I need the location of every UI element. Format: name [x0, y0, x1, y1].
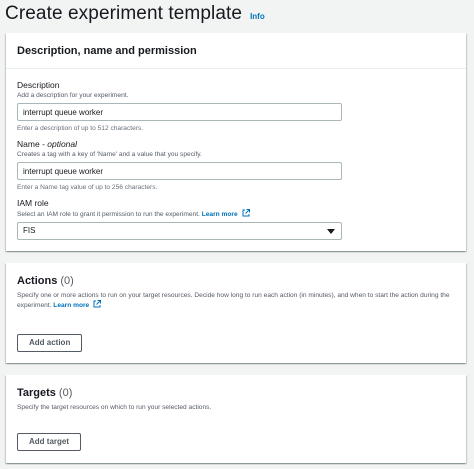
info-link[interactable]: Info: [250, 12, 265, 21]
actions-header: Actions (0): [6, 274, 466, 288]
targets-title: Targets: [17, 387, 56, 399]
external-link-icon[interactable]: [242, 209, 250, 217]
iam-learn-more-link[interactable]: Learn more: [202, 211, 238, 218]
targets-panel: Targets (0) Specify the target resources…: [6, 375, 466, 463]
description-constraint: Enter a description of up to 512 charact…: [17, 125, 144, 132]
targets-description: Specify the target resources on which to…: [17, 404, 212, 411]
caret-down-icon: [327, 229, 335, 234]
iam-role-field: IAM role Select an IAM role to grant it …: [17, 198, 347, 240]
actions-title: Actions: [17, 275, 58, 287]
description-input[interactable]: [17, 103, 342, 121]
name-hint: Creates a tag with a key of 'Name' and a…: [17, 151, 202, 158]
name-constraint: Enter a Name tag value of up to 256 char…: [17, 184, 158, 191]
targets-header: Targets (0): [6, 386, 466, 400]
iam-role-hint: Select an IAM role to grant it permissio…: [17, 209, 347, 219]
actions-description: Specify one or more actions to run on yo…: [17, 292, 450, 309]
description-hint: Add a description for your experiment.: [17, 92, 129, 99]
iam-role-selected-value: FIS: [23, 226, 36, 235]
targets-count: (0): [58, 387, 73, 399]
description-label: Description: [17, 80, 60, 90]
description-field: Description Add a description for your e…: [17, 80, 347, 133]
panel-title: Description, name and permission: [17, 44, 197, 57]
page-header: Create experiment template Info: [5, 0, 265, 28]
add-action-button[interactable]: Add action: [17, 334, 83, 352]
add-target-button[interactable]: Add target: [17, 433, 81, 451]
optional-marker: - optional: [39, 139, 78, 149]
actions-learn-more-link[interactable]: Learn more: [53, 302, 89, 309]
external-link-icon[interactable]: [93, 300, 102, 308]
name-input[interactable]: [17, 162, 342, 180]
page-title: Create experiment template: [5, 3, 243, 24]
actions-count: (0): [60, 275, 74, 287]
name-label: Name - optional: [17, 139, 78, 149]
iam-role-select[interactable]: FIS: [17, 222, 342, 240]
actions-panel: Actions (0) Specify one or more actions …: [6, 263, 466, 363]
name-field: Name - optional Creates a tag with a key…: [17, 139, 347, 192]
panel-divider: [6, 68, 466, 69]
iam-role-label: IAM role: [17, 198, 49, 208]
description-name-permission-panel: Description, name and permission Descrip…: [6, 33, 466, 251]
